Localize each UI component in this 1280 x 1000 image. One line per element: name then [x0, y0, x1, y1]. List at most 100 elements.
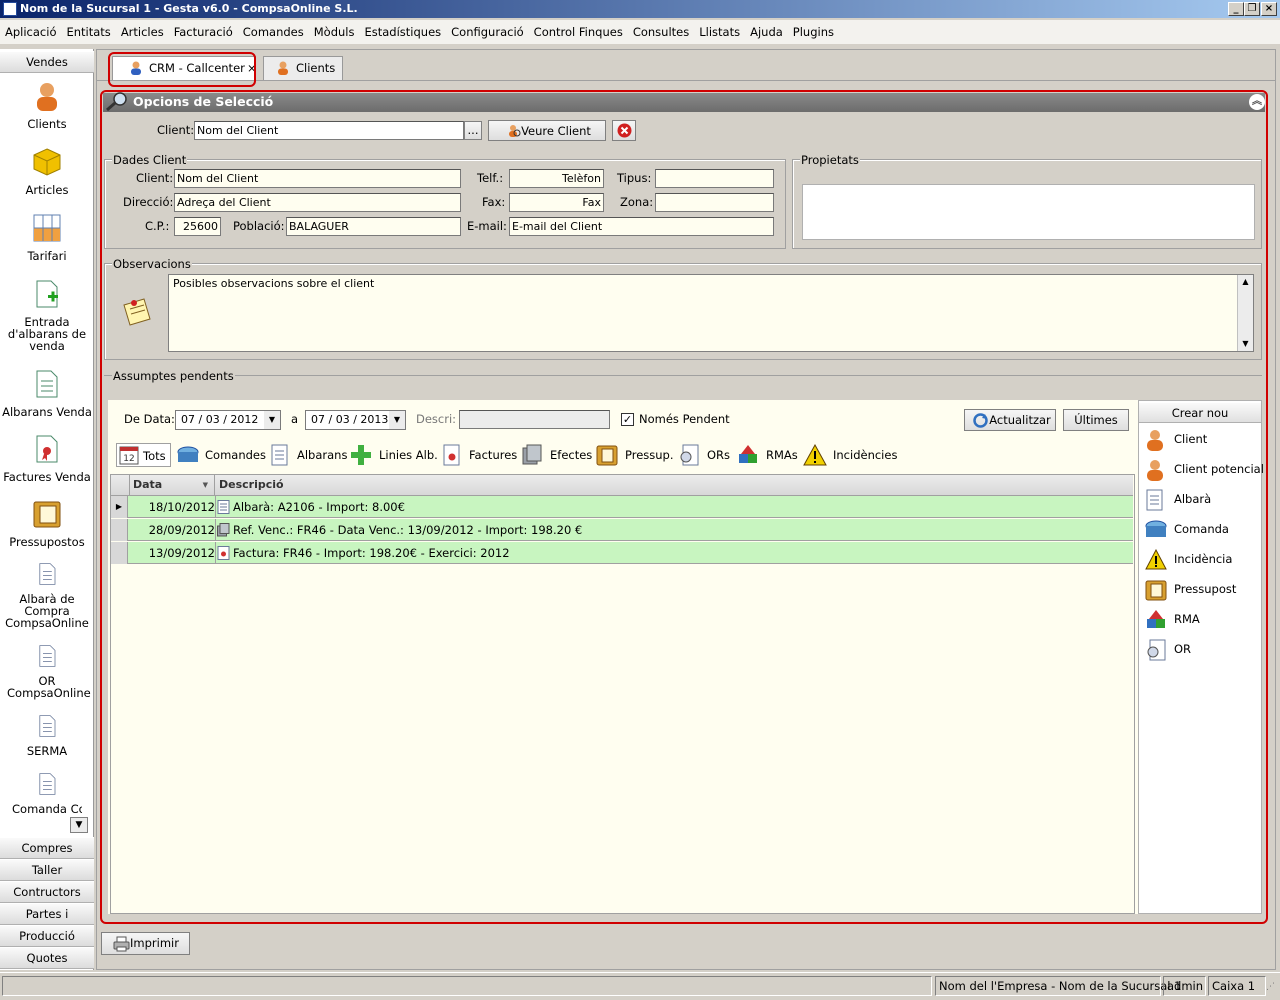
close-window-icon[interactable]: × — [1261, 2, 1277, 16]
column-header-data[interactable]: Data ▼ — [129, 475, 215, 496]
doctab-label: Tots — [143, 449, 166, 463]
scroll-up-icon[interactable]: ▲ — [1238, 275, 1253, 289]
sidebar-group-quotes[interactable]: Quotes — [0, 947, 94, 969]
sidebar-group-vendes[interactable]: Vendes — [0, 51, 94, 73]
sidebar-item-entrada-albarans[interactable]: Entrada d'albarans de venda — [0, 279, 94, 352]
view-client-label: Veure Client — [521, 124, 591, 138]
status-company: Nom del l'Empresa - Nom de la Sucursal 1 — [935, 976, 1181, 996]
doctab-pressup[interactable]: Pressup. — [596, 443, 674, 467]
descri-label: Descri: — [416, 412, 457, 426]
sidebar-item-factures-venda[interactable]: Factures Venda — [0, 434, 94, 483]
doctab-comandes[interactable]: Comandes — [176, 443, 266, 467]
doctab-tots[interactable]: 12 Tots — [116, 443, 171, 467]
to-date-picker[interactable]: 07 / 03 / 2013 ▼ — [305, 410, 406, 430]
chevron-down-icon[interactable]: ▼ — [389, 411, 405, 429]
create-albara-button[interactable]: Albarà — [1145, 489, 1211, 511]
client-name-field[interactable] — [174, 169, 461, 188]
address-field[interactable] — [174, 193, 461, 212]
fax-field[interactable] — [509, 193, 604, 212]
doctab-incidencies[interactable]: Incidències — [803, 443, 897, 467]
sidebar-item-comanda[interactable]: Comanda CompsaOnli — [0, 772, 94, 815]
menu-configuracio[interactable]: Configuració — [446, 20, 529, 44]
description-filter-input[interactable] — [459, 410, 610, 429]
sidebar-group-taller[interactable]: Taller — [0, 859, 94, 881]
doctab-ors[interactable]: ORs — [678, 443, 730, 467]
resize-grip-icon[interactable]: ⋰ — [1266, 982, 1278, 996]
city-field[interactable] — [286, 217, 461, 236]
sidebar-item-articles[interactable]: Articles — [0, 147, 94, 196]
create-or-button[interactable]: OR — [1145, 639, 1191, 661]
menu-facturacio[interactable]: Facturació — [169, 20, 238, 44]
phone-field[interactable] — [509, 169, 604, 188]
row-selector[interactable] — [111, 542, 128, 564]
nomes-pendent-label: Només Pendent — [639, 412, 730, 426]
sidebar-item-label: Pressupostos — [9, 535, 85, 549]
type-field[interactable] — [655, 169, 774, 188]
menu-moduls[interactable]: Mòduls — [309, 20, 360, 44]
row-selector[interactable] — [111, 519, 128, 541]
menu-estadistiques[interactable]: Estadístiques — [359, 20, 446, 44]
panel-header: Opcions de Selecció — [103, 93, 1265, 112]
menu-ajuda[interactable]: Ajuda — [745, 20, 788, 44]
create-comanda-button[interactable]: Comanda — [1145, 519, 1229, 539]
doctab-efectes[interactable]: Efectes — [521, 443, 592, 467]
create-pressupost-button[interactable]: Pressupost — [1145, 579, 1236, 601]
menu-control-finques[interactable]: Control Finques — [529, 20, 628, 44]
refresh-button[interactable]: Actualitzar — [964, 409, 1056, 431]
from-date-picker[interactable]: 07 / 03 / 2012 ▼ — [175, 410, 281, 430]
create-rma-button[interactable]: RMA — [1145, 609, 1200, 629]
menu-articles[interactable]: Articles — [116, 20, 169, 44]
table-row[interactable]: ▶ 18/10/2012 Albarà: A2106 - Import: 8.0… — [111, 496, 1133, 518]
create-client-button[interactable]: Client — [1145, 429, 1207, 451]
menu-aplicacio[interactable]: Aplicació — [0, 20, 61, 44]
observations-textarea[interactable]: Posibles observacions sobre el client ▲ … — [168, 274, 1254, 352]
latest-button[interactable]: Últimes — [1063, 409, 1129, 431]
menu-llistats[interactable]: Llistats — [694, 20, 745, 44]
menu-comandes[interactable]: Comandes — [238, 20, 309, 44]
create-incidencia-button[interactable]: Incidència — [1145, 549, 1232, 570]
sidebar-group-compres[interactable]: Compres — [0, 837, 94, 859]
menu-plugins[interactable]: Plugins — [788, 20, 839, 44]
zone-field[interactable] — [655, 193, 774, 212]
menu-consultes[interactable]: Consultes — [628, 20, 694, 44]
sidebar-scroll-down-icon[interactable]: ▼ — [70, 817, 88, 833]
sidebar-item-tarifari[interactable]: Tarifari — [0, 213, 94, 262]
doctab-factures[interactable]: Factures — [442, 443, 517, 467]
view-client-button[interactable]: Veure Client — [488, 120, 606, 141]
properties-box[interactable] — [802, 184, 1255, 240]
minimize-icon[interactable]: _ — [1228, 2, 1244, 16]
doctab-linies-alb[interactable]: Linies Alb. — [350, 443, 438, 467]
restore-icon[interactable]: ❐ — [1244, 2, 1260, 16]
sidebar-group-partes[interactable]: Partes i Nòmin... — [0, 903, 94, 942]
clear-client-button[interactable] — [612, 120, 636, 141]
column-header-descripcio[interactable]: Descripció — [216, 475, 284, 496]
potential-client-icon — [1147, 460, 1163, 481]
doctab-rmas[interactable]: RMAs — [737, 443, 798, 467]
client-browse-button[interactable]: ... — [464, 121, 482, 140]
doctab-albarans[interactable]: Albarans — [268, 443, 347, 467]
sidebar-item-albara-compra[interactable]: Albarà de Compra CompsaOnline — [0, 562, 94, 629]
sidebar-item-pressupostos[interactable]: Pressupostos — [0, 499, 94, 548]
tab-clients[interactable]: Clients — [263, 56, 343, 80]
sidebar-item-clients[interactable]: Clients — [0, 81, 94, 130]
observations-scrollbar[interactable]: ▲ ▼ — [1237, 275, 1253, 351]
print-button[interactable]: Imprimir — [101, 932, 190, 955]
sidebar-item-or[interactable]: OR CompsaOnline — [0, 644, 94, 699]
sidebar-item-serma[interactable]: SERMA — [0, 714, 94, 757]
sidebar-group-contructors[interactable]: Contructors — [0, 881, 94, 903]
table-row[interactable]: 13/09/2012 Factura: FR46 - Import: 198.2… — [111, 542, 1133, 564]
client-search-input[interactable] — [194, 121, 464, 140]
sidebar-item-label: Tarifari — [27, 249, 67, 263]
sidebar-item-albarans-venda[interactable]: Albarans Venda — [0, 369, 94, 418]
row-selector-icon[interactable]: ▶ — [111, 496, 128, 518]
sidebar-group-produccio[interactable]: Producció — [0, 925, 94, 947]
chevron-down-icon[interactable]: ▼ — [264, 411, 280, 429]
nomes-pendent-checkbox[interactable]: ✓ — [621, 413, 634, 426]
postal-code-field[interactable] — [174, 217, 221, 236]
table-row[interactable]: 28/09/2012 Ref. Venc.: FR46 - Data Venc.… — [111, 519, 1133, 541]
menu-entitats[interactable]: Entitats — [61, 20, 115, 44]
scroll-down-icon[interactable]: ▼ — [1238, 337, 1253, 351]
collapse-icon[interactable]: ︽ — [1249, 94, 1265, 110]
create-potential-client-button[interactable]: Client potencial — [1145, 459, 1264, 481]
email-field[interactable] — [509, 217, 774, 236]
